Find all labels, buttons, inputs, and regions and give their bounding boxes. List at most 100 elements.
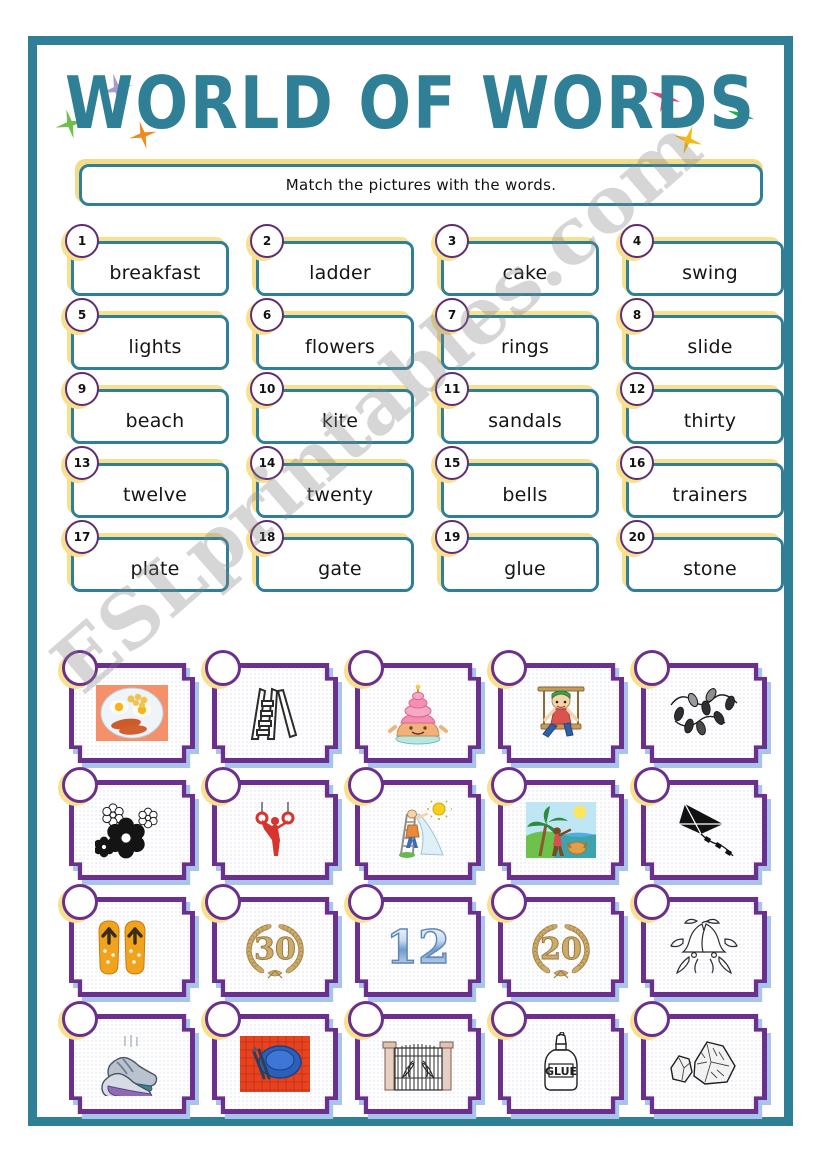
word-card-breakfast[interactable]: breakfast 1 [61, 224, 229, 296]
word-label: lights [128, 335, 182, 358]
word-card-bells[interactable]: bells 15 [431, 446, 599, 518]
word-label: swing [682, 261, 738, 284]
answer-circle[interactable] [348, 884, 384, 920]
picture-card-twelve[interactable]: 12twelve [344, 884, 485, 1002]
word-card-beach[interactable]: beach 9 [61, 372, 229, 444]
number-badge: 4 [620, 224, 654, 258]
answer-circle[interactable] [205, 650, 241, 686]
number-badge: 20 [620, 520, 654, 554]
picture-card-twenty[interactable]: 20twenty [487, 884, 628, 1002]
answer-circle[interactable] [62, 1001, 98, 1037]
answer-circle[interactable] [348, 650, 384, 686]
answer-circle[interactable] [634, 767, 670, 803]
picture-card-rings[interactable]: rings [201, 767, 342, 885]
word-card-slide[interactable]: slide 8 [616, 298, 784, 370]
picture-card-lights[interactable]: lights [630, 650, 771, 768]
word-label: glue [504, 557, 546, 580]
number-badge: 11 [435, 372, 469, 406]
picture-card-trainers[interactable]: trainers [58, 1001, 199, 1119]
instruction-text: Match the pictures with the words. [285, 176, 557, 194]
picture-card-ladder[interactable]: ladder [201, 650, 342, 768]
answer-circle[interactable] [491, 884, 527, 920]
word-card-sandals[interactable]: sandals 11 [431, 372, 599, 444]
number-badge: 18 [250, 520, 284, 554]
answer-circle[interactable] [634, 884, 670, 920]
picture-card-cake[interactable]: cake [344, 650, 485, 768]
picture-card-beach[interactable]: beach [487, 767, 628, 885]
word-card-twelve[interactable]: twelve 13 [61, 446, 229, 518]
answer-circle[interactable] [348, 767, 384, 803]
word-card-rings[interactable]: rings 7 [431, 298, 599, 370]
number-badge: 3 [435, 224, 469, 258]
word-card-trainers[interactable]: trainers 16 [616, 446, 784, 518]
word-card-flowers[interactable]: flowers 6 [246, 298, 414, 370]
picture-card-row: breakfastladdercakeswinglights [58, 650, 771, 774]
picture-card-row: trainersplategateGLUEgluestone [58, 1001, 771, 1125]
answer-circle[interactable] [634, 1001, 670, 1037]
word-label: stone [683, 557, 737, 580]
picture-card-row: sandals30thirty12twelve20twentybells [58, 884, 771, 1008]
number-badge: 5 [65, 298, 99, 332]
answer-circle[interactable] [634, 650, 670, 686]
number-badge: 13 [65, 446, 99, 480]
picture-card-sandals[interactable]: sandals [58, 884, 199, 1002]
svg-text:20: 20 [540, 932, 582, 967]
number-badge: 15 [435, 446, 469, 480]
answer-circle[interactable] [491, 1001, 527, 1037]
answer-circle[interactable] [491, 650, 527, 686]
word-card-row: plate 17 gate 18 glue 19 stone 20 [61, 520, 784, 603]
word-card-glue[interactable]: glue 19 [431, 520, 599, 592]
answer-circle[interactable] [491, 767, 527, 803]
svg-text:12: 12 [386, 920, 450, 974]
word-card-thirty[interactable]: thirty 12 [616, 372, 784, 444]
answer-circle[interactable] [205, 1001, 241, 1037]
number-badge: 2 [250, 224, 284, 258]
word-label: twelve [122, 483, 188, 506]
answer-circle[interactable] [62, 767, 98, 803]
word-card-plate[interactable]: plate 17 [61, 520, 229, 592]
answer-circle[interactable] [205, 884, 241, 920]
word-label: slide [687, 335, 733, 358]
word-card-row: twelve 13 twenty 14 bells 15 trainers 16 [61, 446, 784, 529]
word-card-stone[interactable]: stone 20 [616, 520, 784, 592]
picture-card-slide[interactable]: slide [344, 767, 485, 885]
word-label: flowers [305, 335, 375, 358]
answer-circle[interactable] [205, 767, 241, 803]
word-card-row: breakfast 1 ladder 2 cake 3 swing 4 [61, 224, 784, 307]
word-card-swing[interactable]: swing 4 [616, 224, 784, 296]
picture-card-bells[interactable]: bells [630, 884, 771, 1002]
word-label: cake [502, 261, 548, 284]
word-card-lights[interactable]: lights 5 [61, 298, 229, 370]
word-label: thirty [683, 409, 737, 432]
picture-card-thirty[interactable]: 30thirty [201, 884, 342, 1002]
word-card-cake[interactable]: cake 3 [431, 224, 599, 296]
picture-card-breakfast[interactable]: breakfast [58, 650, 199, 768]
number-badge: 16 [620, 446, 654, 480]
answer-circle[interactable] [62, 650, 98, 686]
word-label: rings [500, 335, 550, 358]
picture-card-plate[interactable]: plate [201, 1001, 342, 1119]
word-label: twenty [306, 483, 374, 506]
answer-circle[interactable] [62, 884, 98, 920]
word-card-kite[interactable]: kite 10 [246, 372, 414, 444]
picture-card-swing[interactable]: swing [487, 650, 628, 768]
picture-card-flowers[interactable]: flowers [58, 767, 199, 885]
word-label: plate [130, 557, 180, 580]
word-card-ladder[interactable]: ladder 2 [246, 224, 414, 296]
picture-card-stone[interactable]: stone [630, 1001, 771, 1119]
number-badge: 9 [65, 372, 99, 406]
word-card-row: beach 9 kite 10 sandals 11 thirty 12 [61, 372, 784, 455]
picture-card-kite[interactable]: kite [630, 767, 771, 885]
worksheet-frame: WORLD OF WORDS Match the pictures with t… [28, 36, 793, 1126]
word-card-gate[interactable]: gate 18 [246, 520, 414, 592]
page-title: WORLD OF WORDS [65, 60, 756, 146]
word-label: ladder [309, 261, 371, 284]
picture-card-glue[interactable]: GLUEglue [487, 1001, 628, 1119]
answer-circle[interactable] [348, 1001, 384, 1037]
word-card-twenty[interactable]: twenty 14 [246, 446, 414, 518]
worksheet-page: WORLD OF WORDS Match the pictures with t… [0, 0, 821, 1169]
word-label: trainers [672, 483, 748, 506]
title-bar: WORLD OF WORDS [37, 49, 784, 145]
number-badge: 8 [620, 298, 654, 332]
picture-card-gate[interactable]: gate [344, 1001, 485, 1119]
